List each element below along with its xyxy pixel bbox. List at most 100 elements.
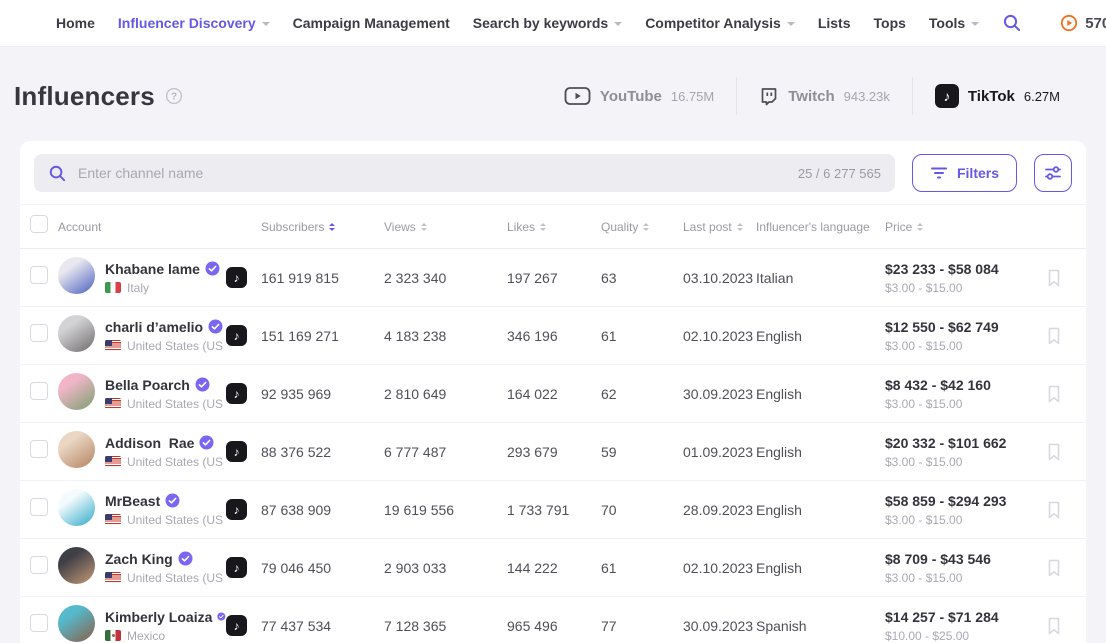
influencer-name[interactable]: charli d’amelio <box>105 319 203 335</box>
row-checkbox[interactable] <box>30 324 48 342</box>
results-counter: 25 / 6 277 565 <box>798 166 881 181</box>
avatar[interactable] <box>58 257 95 294</box>
nav-search-by-keywords[interactable]: Search by keywords <box>473 15 622 31</box>
table-row[interactable]: Zach King United States (USA) ♪ 79 046 4… <box>20 539 1086 597</box>
avatar[interactable] <box>58 373 95 410</box>
influencer-name[interactable]: Khabane lame <box>105 261 200 277</box>
bookmark-icon[interactable] <box>1046 616 1062 636</box>
column-subscribers[interactable]: Subscribers <box>261 220 384 234</box>
column-language: Influencer's language <box>756 220 885 234</box>
nav-influencer-discovery[interactable]: Influencer Discovery <box>118 15 270 31</box>
select-all-checkbox[interactable] <box>30 215 48 233</box>
table-row[interactable]: Bella Poarch United States (USA) ♪ 92 93… <box>20 365 1086 423</box>
verified-badge-icon <box>205 261 220 276</box>
influencer-name[interactable]: Bella Poarch <box>105 377 190 393</box>
country-flag-icon <box>105 514 121 525</box>
column-last-post[interactable]: Last post <box>683 220 756 234</box>
country-label: United States (USA) <box>127 571 223 585</box>
language-value: English <box>756 444 885 460</box>
twitch-label: Twitch <box>788 88 834 105</box>
bookmark-icon[interactable] <box>1046 500 1062 520</box>
tab-tiktok[interactable]: ♪ TikTok 6.27M <box>913 84 1082 108</box>
table-row[interactable]: charli d’amelio United States (USA) ♪ 15… <box>20 307 1086 365</box>
views-value: 2 810 649 <box>384 386 507 402</box>
subscribers-value: 161 919 815 <box>261 270 384 286</box>
nav-home[interactable]: Home <box>56 15 95 31</box>
column-quality[interactable]: Quality <box>601 220 683 234</box>
column-likes[interactable]: Likes <box>507 220 601 234</box>
table-row[interactable]: Khabane lame Italy ♪ 161 919 815 2 323 3… <box>20 249 1086 307</box>
table-row[interactable]: Kimberly Loaiza Mexico ♪ 77 437 534 7 12… <box>20 597 1086 643</box>
nav-tools[interactable]: Tools <box>929 15 979 31</box>
tiktok-icon: ♪ <box>226 383 247 404</box>
bookmark-icon[interactable] <box>1046 558 1062 578</box>
nav-lists[interactable]: Lists <box>818 15 851 31</box>
chevron-down-icon <box>971 22 979 26</box>
filters-button[interactable]: Filters <box>912 154 1017 192</box>
likes-value: 164 022 <box>507 386 601 402</box>
sliders-icon <box>1043 163 1063 183</box>
price-per-unit-value: $3.00 - $15.00 <box>885 513 1046 527</box>
subscribers-value: 79 046 450 <box>261 560 384 576</box>
column-price[interactable]: Price <box>885 220 1046 234</box>
influencer-name[interactable]: Zach King <box>105 551 173 567</box>
verified-badge-icon <box>199 435 214 450</box>
row-checkbox[interactable] <box>30 266 48 284</box>
channel-search-box[interactable]: 25 / 6 277 565 <box>34 154 895 192</box>
table-row[interactable]: Addison Rae United States (USA) ♪ 88 376… <box>20 423 1086 481</box>
tab-twitch[interactable]: Twitch 943.23k <box>737 86 912 107</box>
avatar[interactable] <box>58 547 95 584</box>
sort-icon[interactable] <box>329 223 335 231</box>
bookmark-icon[interactable] <box>1046 442 1062 462</box>
price-range-value: $58 859 - $294 293 <box>885 493 1046 509</box>
nav-lists-label: Lists <box>818 15 851 31</box>
bookmark-icon[interactable] <box>1046 268 1062 288</box>
influencer-name[interactable]: Addison Rae <box>105 435 194 451</box>
search-icon <box>48 164 67 183</box>
nav-campaign-management-label: Campaign Management <box>293 15 450 31</box>
twitch-count: 943.23k <box>844 89 890 104</box>
column-settings-button[interactable] <box>1034 154 1072 192</box>
row-checkbox[interactable] <box>30 440 48 458</box>
nav-campaign-management[interactable]: Campaign Management <box>293 15 450 31</box>
channel-search-input[interactable] <box>78 165 787 181</box>
avatar[interactable] <box>58 431 95 468</box>
influencer-name[interactable]: MrBeast <box>105 493 160 509</box>
nav-competitor-analysis[interactable]: Competitor Analysis <box>645 15 795 31</box>
search-icon[interactable] <box>1002 13 1022 33</box>
nav-tops[interactable]: Tops <box>874 15 906 31</box>
views-value: 7 128 365 <box>384 618 507 634</box>
row-checkbox[interactable] <box>30 382 48 400</box>
influencer-name[interactable]: Kimberly Loaiza <box>105 609 212 625</box>
page-header: Influencers ? YouTube 16.75M Twitch 943.… <box>0 47 1106 115</box>
row-checkbox[interactable] <box>30 556 48 574</box>
page-title: Influencers <box>14 81 155 112</box>
table-header: Account Subscribers Views Likes Quality … <box>20 205 1086 249</box>
help-icon[interactable]: ? <box>165 87 183 105</box>
row-checkbox[interactable] <box>30 498 48 516</box>
verified-badge-icon <box>178 551 193 566</box>
sort-icon[interactable] <box>737 223 743 231</box>
row-checkbox[interactable] <box>30 614 48 632</box>
tab-youtube[interactable]: YouTube 16.75M <box>542 86 736 106</box>
sort-icon[interactable] <box>540 223 546 231</box>
tiktok-icon: ♪ <box>226 615 247 636</box>
avatar[interactable] <box>58 315 95 352</box>
subscribers-value: 87 638 909 <box>261 502 384 518</box>
bookmark-icon[interactable] <box>1046 326 1062 346</box>
bookmark-icon[interactable] <box>1046 384 1062 404</box>
chevron-down-icon <box>787 22 795 26</box>
tiktok-icon: ♪ <box>226 325 247 346</box>
table-row[interactable]: MrBeast United States (USA) ♪ 87 638 909… <box>20 481 1086 539</box>
country-flag-icon <box>105 340 121 351</box>
avatar[interactable] <box>58 605 95 642</box>
platform-tabs: YouTube 16.75M Twitch 943.23k ♪ TikTok 6… <box>542 77 1082 115</box>
nav-search-by-keywords-label: Search by keywords <box>473 15 608 31</box>
sort-icon[interactable] <box>643 223 649 231</box>
tokens-balance[interactable]: 570 tokens <box>1060 14 1106 32</box>
column-views[interactable]: Views <box>384 220 507 234</box>
sort-icon[interactable] <box>421 223 427 231</box>
sort-icon[interactable] <box>917 223 923 231</box>
avatar[interactable] <box>58 489 95 526</box>
influencers-card: 25 / 6 277 565 Filters Account Subscribe… <box>20 141 1086 643</box>
